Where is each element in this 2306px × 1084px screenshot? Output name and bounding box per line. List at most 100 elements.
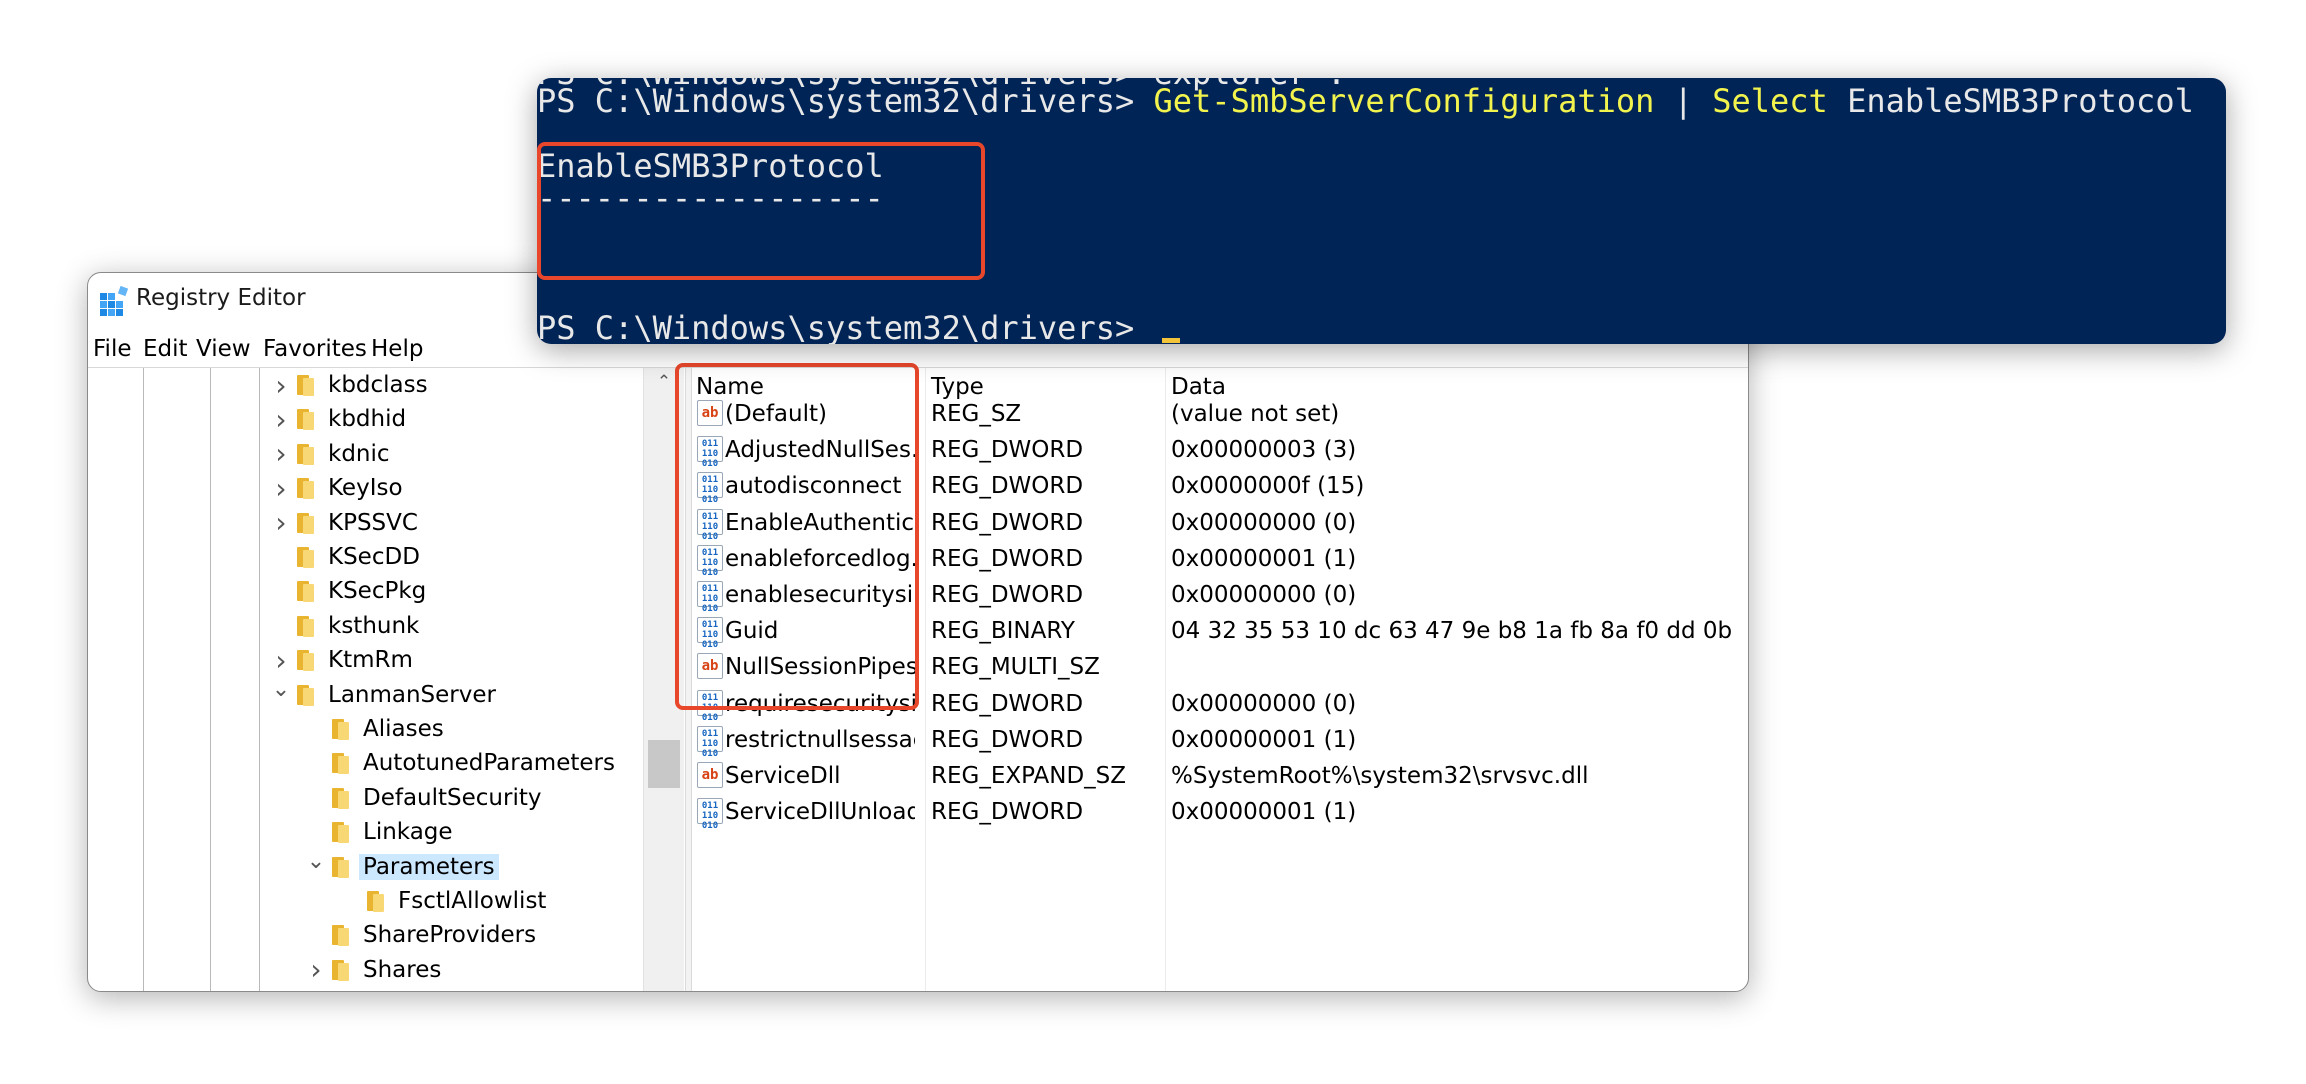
value-type: REG_DWORD	[931, 509, 1084, 536]
tree-item-label: kbdclass	[328, 372, 428, 398]
chevron-right-icon[interactable]: ›	[268, 437, 294, 470]
final-prompt-line: PS C:\Windows\system32\drivers>	[537, 309, 1180, 344]
tree-item-label: LanmanServer	[328, 681, 496, 708]
table-row[interactable]: 011110010ServiceDllUnload... REG_DWORD 0x0…	[691, 795, 1748, 831]
chevron-right-icon[interactable]: ›	[268, 369, 294, 402]
tree-item[interactable]: ⌄ Parameters	[303, 849, 499, 884]
registry-editor-app-icon	[100, 285, 129, 316]
tree-item[interactable]: Linkage	[303, 815, 453, 849]
window-title: Registry Editor	[136, 285, 306, 311]
folder-icon	[329, 924, 351, 947]
chevron-right-icon[interactable]: ›	[268, 472, 294, 505]
tree-item[interactable]: › kdnic	[268, 437, 390, 471]
value-type: REG_DWORD	[931, 545, 1084, 572]
folder-icon	[294, 374, 316, 396]
folder-icon	[294, 512, 316, 534]
folder-icon	[329, 752, 351, 775]
scroll-thumb[interactable]	[648, 740, 680, 788]
tree-item[interactable]: AutotunedParameters	[303, 746, 615, 780]
value-data: 0x00000001 (1)	[1171, 545, 1357, 572]
tree-item-label: FsctlAllowlist	[398, 888, 547, 914]
value-type: REG_EXPAND_SZ	[931, 763, 1127, 789]
chevron-right-icon[interactable]: ›	[268, 403, 294, 436]
tree-item[interactable]: › kbdhid	[268, 402, 406, 436]
value-type: REG_BINARY	[931, 618, 1075, 645]
tree-item-label: KPSSVC	[328, 509, 418, 536]
menu-favorites[interactable]: Favorites	[263, 336, 367, 362]
tree-item[interactable]: ShareProviders	[303, 918, 536, 952]
tree-item-label: Aliases	[363, 716, 444, 742]
string-value-icon: ab	[697, 762, 723, 788]
chevron-down-icon[interactable]: ⌄	[268, 677, 294, 702]
folder-icon	[294, 477, 316, 500]
chevron-down-icon[interactable]: ⌄	[303, 849, 329, 874]
tree-item[interactable]: › KPSSVC	[268, 506, 418, 540]
key-tree[interactable]: › kbdclass › kbdhid › kdnic › KeyIso › KPSSVC KSec…	[88, 368, 688, 991]
chevron-right-icon[interactable]: ›	[268, 644, 294, 677]
table-row[interactable]: ab ServiceDll REG_EXPAND_SZ %SystemRoot%\sy…	[691, 759, 1748, 795]
value-type: REG_DWORD	[931, 799, 1084, 826]
tree-item-label: Linkage	[363, 819, 453, 846]
final-prompt: PS C:\Windows\system32\drivers>	[537, 309, 1154, 344]
binary-value-icon: 011 110 010	[697, 725, 723, 759]
value-name: ServiceDllUnload...	[725, 799, 915, 826]
tree-item[interactable]: KSecPkg	[268, 574, 426, 608]
tree-guide-line	[210, 368, 211, 991]
cmdlet-text: Get-SmbServerConfiguration	[1153, 82, 1655, 120]
folder-icon	[294, 546, 316, 568]
tree-item[interactable]: ⌄ LanmanServer	[268, 677, 496, 712]
tree-item[interactable]: FsctlAllowlist	[338, 884, 546, 918]
tree-item-label: kbdhid	[328, 406, 407, 433]
value-data: 0x0000000f (15)	[1171, 473, 1365, 500]
tree-item[interactable]: › Shares	[303, 953, 441, 987]
powershell-window[interactable]: PS C:\Windows\system32\drivers> explorer…	[537, 78, 2226, 344]
value-data: 0x00000001 (1)	[1171, 799, 1357, 826]
tree-item-label: KtmRm	[328, 647, 413, 674]
folder-icon	[294, 580, 316, 603]
value-type: REG_DWORD	[931, 726, 1084, 753]
tree-item[interactable]: › KeyIso	[268, 471, 402, 505]
chevron-right-icon[interactable]: ›	[268, 506, 294, 539]
value-type: REG_SZ	[931, 401, 1022, 427]
value-type: REG_MULTI_SZ	[931, 654, 1100, 681]
value-type: REG_DWORD	[931, 437, 1084, 464]
tree-item-label: AutotunedParameters	[363, 750, 615, 777]
tree-item-label: kdnic	[328, 440, 390, 467]
value-data: 04 32 35 53 10 dc 63 47 9e b8 1a fb 8a f…	[1171, 618, 1731, 645]
tree-item-label: ksthunk	[328, 612, 420, 639]
menu-help[interactable]: Help	[371, 336, 423, 362]
menu-file[interactable]: File	[93, 336, 132, 362]
value-type: REG_DWORD	[931, 473, 1084, 500]
output-highlight	[537, 142, 985, 280]
tree-item[interactable]: › kbdclass	[268, 368, 428, 402]
value-name: ServiceDll	[725, 763, 841, 789]
folder-icon	[364, 890, 386, 912]
tree-item[interactable]: Aliases	[303, 712, 444, 746]
value-name: restrictnullsessac...	[725, 726, 915, 753]
folder-icon	[294, 649, 316, 672]
tree-item[interactable]: KSecDD	[268, 540, 420, 574]
tree-item-label: Shares	[363, 956, 442, 983]
argument-text: EnableSMB3Protocol	[1827, 82, 2194, 120]
text-cursor	[1161, 338, 1180, 343]
menu-edit[interactable]: Edit	[143, 336, 188, 362]
tree-item[interactable]: › KtmRm	[268, 643, 413, 677]
tree-item-label: Parameters	[359, 853, 499, 880]
table-row[interactable]: 011110010restrictnullsessac... REG_DWORD 0…	[691, 723, 1748, 759]
folder-icon	[294, 615, 316, 637]
tree-item[interactable]: ksthunk	[268, 609, 419, 643]
name-column-highlight	[675, 363, 919, 710]
tree-item-label: DefaultSecurity	[363, 784, 542, 811]
binary-value-icon: 011 110 010	[697, 798, 723, 831]
menu-view[interactable]: View	[196, 336, 251, 362]
folder-icon	[294, 408, 316, 431]
value-type: REG_DWORD	[931, 690, 1084, 717]
tree-item[interactable]: DefaultSecurity	[303, 781, 542, 815]
folder-icon	[329, 787, 351, 809]
value-data: 0x00000000 (0)	[1171, 509, 1357, 536]
tree-guide-line	[259, 368, 260, 991]
select-keyword: Select	[1712, 82, 1828, 120]
folder-icon	[294, 443, 316, 465]
chevron-right-icon[interactable]: ›	[303, 953, 329, 986]
value-data: (value not set)	[1171, 401, 1340, 427]
